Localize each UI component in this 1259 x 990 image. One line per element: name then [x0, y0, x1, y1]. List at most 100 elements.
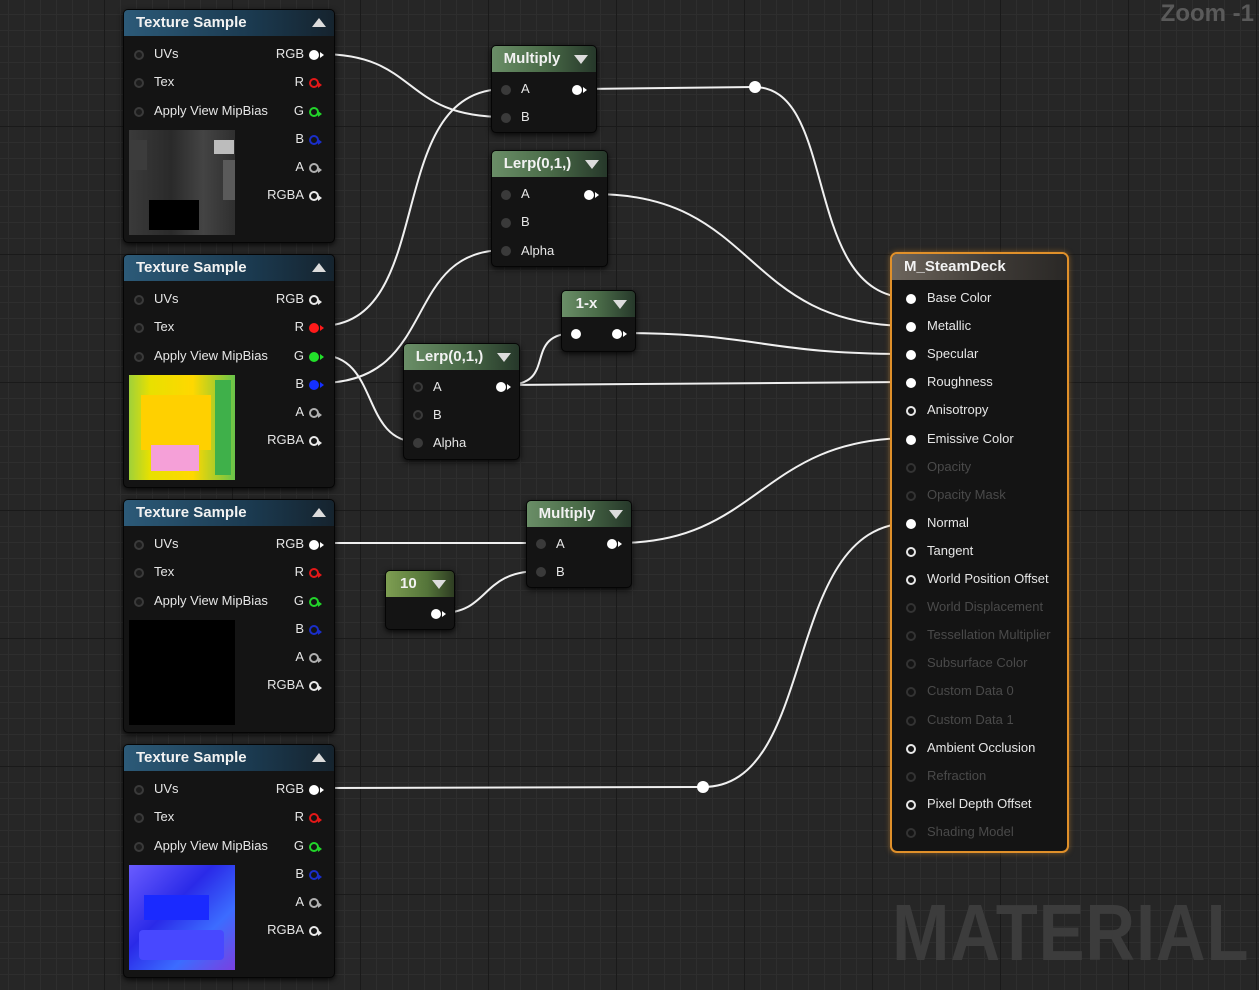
collapse-arrow-icon[interactable]	[613, 300, 627, 309]
output-pin[interactable]	[612, 329, 627, 339]
mipbias-input-pin[interactable]	[134, 597, 144, 607]
output-pin[interactable]	[584, 190, 599, 200]
mipbias-input-pin[interactable]	[134, 842, 144, 852]
collapse-arrow-icon[interactable]	[609, 510, 623, 519]
material-input-pin[interactable]	[906, 743, 916, 754]
output-pin[interactable]	[607, 539, 622, 549]
collapse-arrow-icon[interactable]	[574, 55, 588, 64]
rgb-output-pin[interactable]	[309, 540, 324, 550]
texture-sample-node[interactable]: Texture Sample UVs Tex Apply View MipBia…	[123, 254, 335, 488]
uvs-input-pin[interactable]	[134, 50, 144, 60]
rgb-output-pin[interactable]	[309, 785, 324, 795]
collapse-arrow-icon[interactable]	[312, 508, 326, 517]
material-input-pin[interactable]	[906, 406, 916, 417]
material-input-pin[interactable]	[906, 350, 916, 361]
node-header[interactable]: Texture Sample	[124, 10, 334, 36]
output-pin[interactable]	[431, 609, 446, 619]
a-input-pin[interactable]	[413, 382, 423, 392]
a-input-pin[interactable]	[501, 190, 511, 200]
collapse-arrow-icon[interactable]	[312, 753, 326, 762]
multiply-node[interactable]: Multiply A B	[526, 500, 632, 588]
a-output-pin[interactable]	[309, 163, 322, 173]
alpha-input-pin[interactable]	[413, 438, 423, 448]
b-input-pin[interactable]	[413, 410, 423, 420]
rgba-output-pin[interactable]	[309, 191, 322, 201]
material-input-pin[interactable]	[906, 434, 916, 445]
rgba-output-pin[interactable]	[309, 926, 322, 936]
collapse-arrow-icon[interactable]	[497, 353, 511, 362]
collapse-arrow-icon[interactable]	[432, 580, 446, 589]
a-output-pin[interactable]	[309, 653, 322, 663]
uvs-input-pin[interactable]	[134, 785, 144, 795]
mipbias-input-pin[interactable]	[134, 352, 144, 362]
material-input-pin[interactable]	[906, 322, 916, 333]
output-pin[interactable]	[572, 85, 587, 95]
b-output-pin[interactable]	[309, 870, 322, 880]
uvs-label: UVs	[154, 46, 179, 61]
material-input-pin[interactable]	[906, 546, 916, 557]
b-output-pin[interactable]	[309, 135, 322, 145]
material-input-pin[interactable]	[906, 518, 916, 529]
material-input-pin[interactable]	[906, 378, 916, 389]
uvs-input-pin[interactable]	[134, 295, 144, 305]
node-header[interactable]: 10	[386, 571, 454, 597]
collapse-arrow-icon[interactable]	[312, 18, 326, 27]
tex-input-pin[interactable]	[134, 568, 144, 578]
g-output-pin[interactable]	[309, 352, 324, 362]
node-header[interactable]: Multiply	[492, 46, 596, 72]
material-input-pin[interactable]	[906, 575, 916, 585]
lerp-node[interactable]: Lerp(0,1,) A B Alpha	[491, 150, 608, 267]
rgba-output-pin[interactable]	[309, 436, 322, 446]
b-output-pin[interactable]	[309, 625, 322, 635]
material-input-pin[interactable]	[906, 799, 916, 810]
collapse-arrow-icon[interactable]	[585, 160, 599, 169]
lerp-node[interactable]: Lerp(0,1,) A B Alpha	[403, 343, 520, 460]
b-input-pin[interactable]	[501, 113, 511, 123]
b-input-pin[interactable]	[501, 218, 511, 228]
a-input-pin[interactable]	[536, 539, 546, 549]
g-output-pin[interactable]	[309, 107, 322, 117]
tex-input-pin[interactable]	[134, 323, 144, 333]
node-header[interactable]: Multiply	[527, 501, 631, 527]
rgb-output-pin[interactable]	[309, 295, 322, 305]
r-output-pin[interactable]	[309, 568, 322, 578]
one-minus-node[interactable]: 1-x	[561, 290, 636, 352]
node-header[interactable]: Texture Sample	[124, 255, 334, 281]
alpha-input-pin[interactable]	[501, 246, 511, 256]
b-input-pin[interactable]	[536, 567, 546, 577]
rgb-output-pin[interactable]	[309, 50, 324, 60]
node-header[interactable]: Texture Sample	[124, 745, 334, 771]
uvs-input-pin[interactable]	[134, 540, 144, 550]
node-header[interactable]: Lerp(0,1,)	[492, 151, 607, 177]
r-output-pin[interactable]	[309, 813, 322, 823]
g-output-pin[interactable]	[309, 597, 322, 607]
node-header[interactable]: Texture Sample	[124, 500, 334, 526]
a-output-pin[interactable]	[309, 408, 322, 418]
a-output-pin[interactable]	[309, 898, 322, 908]
node-header[interactable]: 1-x	[562, 291, 635, 317]
b-output-pin[interactable]	[309, 380, 324, 390]
reroute-node[interactable]	[697, 781, 709, 793]
tex-input-pin[interactable]	[134, 78, 144, 88]
r-output-pin[interactable]	[309, 323, 324, 333]
r-output-pin[interactable]	[309, 78, 322, 88]
mipbias-input-pin[interactable]	[134, 107, 144, 117]
texture-sample-node[interactable]: Texture Sample UVs Tex Apply View MipBia…	[123, 9, 335, 243]
reroute-node[interactable]	[749, 81, 761, 93]
texture-sample-node[interactable]: Texture Sample UVs Tex Apply View MipBia…	[123, 499, 335, 733]
tex-input-pin[interactable]	[134, 813, 144, 823]
texture-sample-node[interactable]: Texture Sample UVs Tex Apply View MipBia…	[123, 744, 335, 978]
constant-node[interactable]: 10	[385, 570, 455, 630]
r-label: R	[294, 74, 304, 89]
material-input-pin[interactable]	[906, 294, 916, 304]
output-pin[interactable]	[496, 382, 511, 392]
rgba-output-pin[interactable]	[309, 681, 322, 691]
multiply-node[interactable]: Multiply A B	[491, 45, 597, 133]
g-output-pin[interactable]	[309, 842, 322, 852]
input-pin[interactable]	[571, 329, 581, 339]
node-header[interactable]: M_SteamDeck	[892, 254, 1067, 280]
material-output-node[interactable]: M_SteamDeck Base Color Metallic Specular Ro…	[890, 252, 1069, 853]
collapse-arrow-icon[interactable]	[312, 263, 326, 272]
node-header[interactable]: Lerp(0,1,)	[404, 344, 519, 370]
a-input-pin[interactable]	[501, 85, 511, 95]
